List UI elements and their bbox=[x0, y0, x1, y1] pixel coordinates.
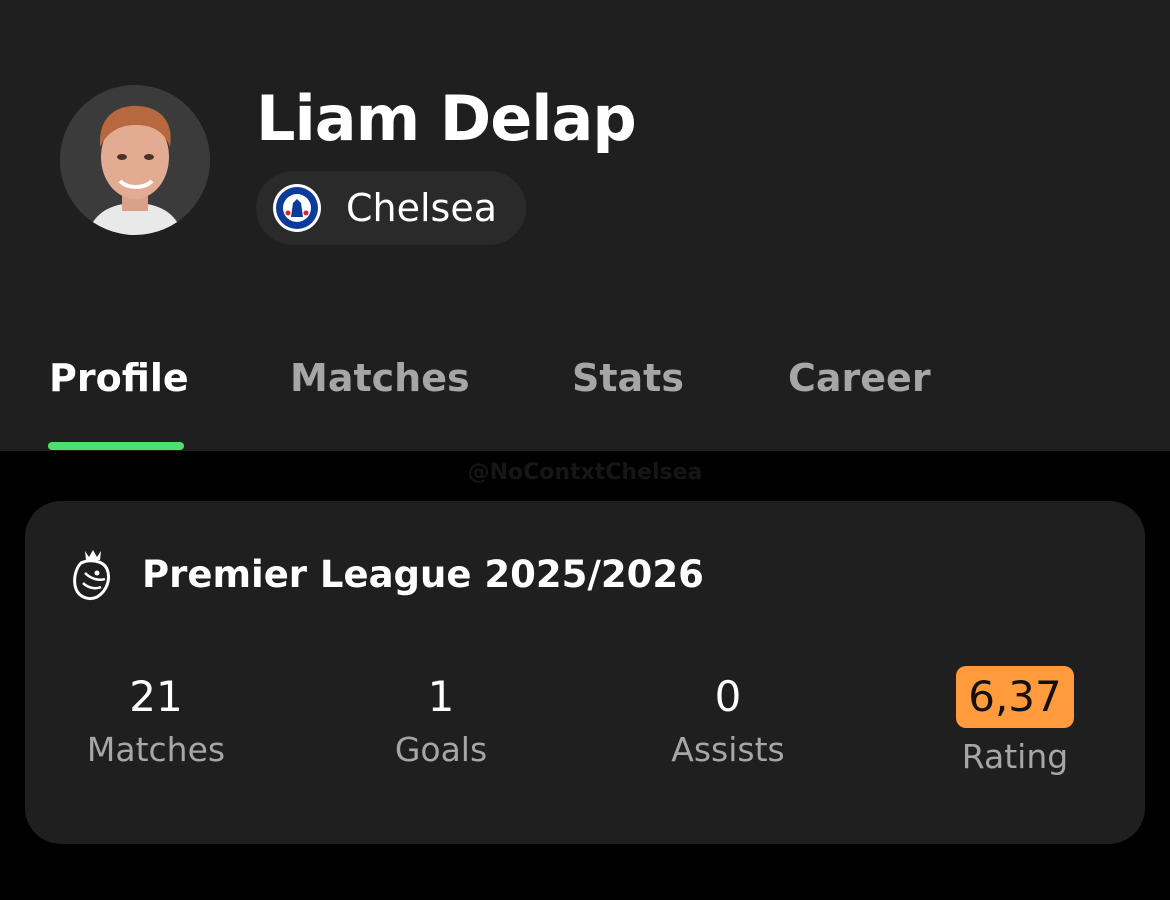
watermark: @NoContxtChelsea bbox=[467, 460, 703, 485]
stat-goals-label: Goals bbox=[394, 730, 488, 769]
active-tab-indicator bbox=[48, 442, 184, 450]
player-header: Liam Delap Chelsea Profile Matches Stats… bbox=[0, 0, 1170, 451]
rating-badge: 6,37 bbox=[956, 666, 1074, 728]
stat-rating: 6,37 Rating bbox=[885, 666, 1145, 782]
chelsea-crest-icon bbox=[273, 184, 321, 232]
team-chip[interactable]: Chelsea bbox=[256, 171, 526, 245]
stat-goals-value: 1 bbox=[427, 672, 455, 721]
tab-matches[interactable]: Matches bbox=[290, 350, 470, 406]
stat-assists-value: 0 bbox=[714, 672, 742, 721]
season-stats-card[interactable]: Premier League 2025/2026 21 Matches 1 Go… bbox=[25, 501, 1145, 844]
stat-matches-label: Matches bbox=[86, 730, 226, 769]
stat-matches-value: 21 bbox=[129, 672, 183, 721]
player-photo bbox=[60, 85, 210, 235]
stat-goals: 1 Goals bbox=[311, 669, 571, 775]
premier-league-lion-icon bbox=[73, 550, 111, 601]
stat-matches: 21 Matches bbox=[26, 669, 286, 775]
tab-stats[interactable]: Stats bbox=[572, 350, 684, 406]
player-avatar bbox=[60, 85, 210, 235]
team-name: Chelsea bbox=[346, 186, 498, 230]
tab-profile[interactable]: Profile bbox=[49, 350, 189, 406]
stat-assists-label: Assists bbox=[671, 730, 785, 769]
league-season-title: Premier League 2025/2026 bbox=[142, 553, 704, 596]
player-name: Liam Delap bbox=[256, 82, 637, 155]
tab-career[interactable]: Career bbox=[788, 350, 931, 406]
stat-rating-label: Rating bbox=[961, 737, 1069, 776]
stat-assists: 0 Assists bbox=[598, 669, 858, 775]
